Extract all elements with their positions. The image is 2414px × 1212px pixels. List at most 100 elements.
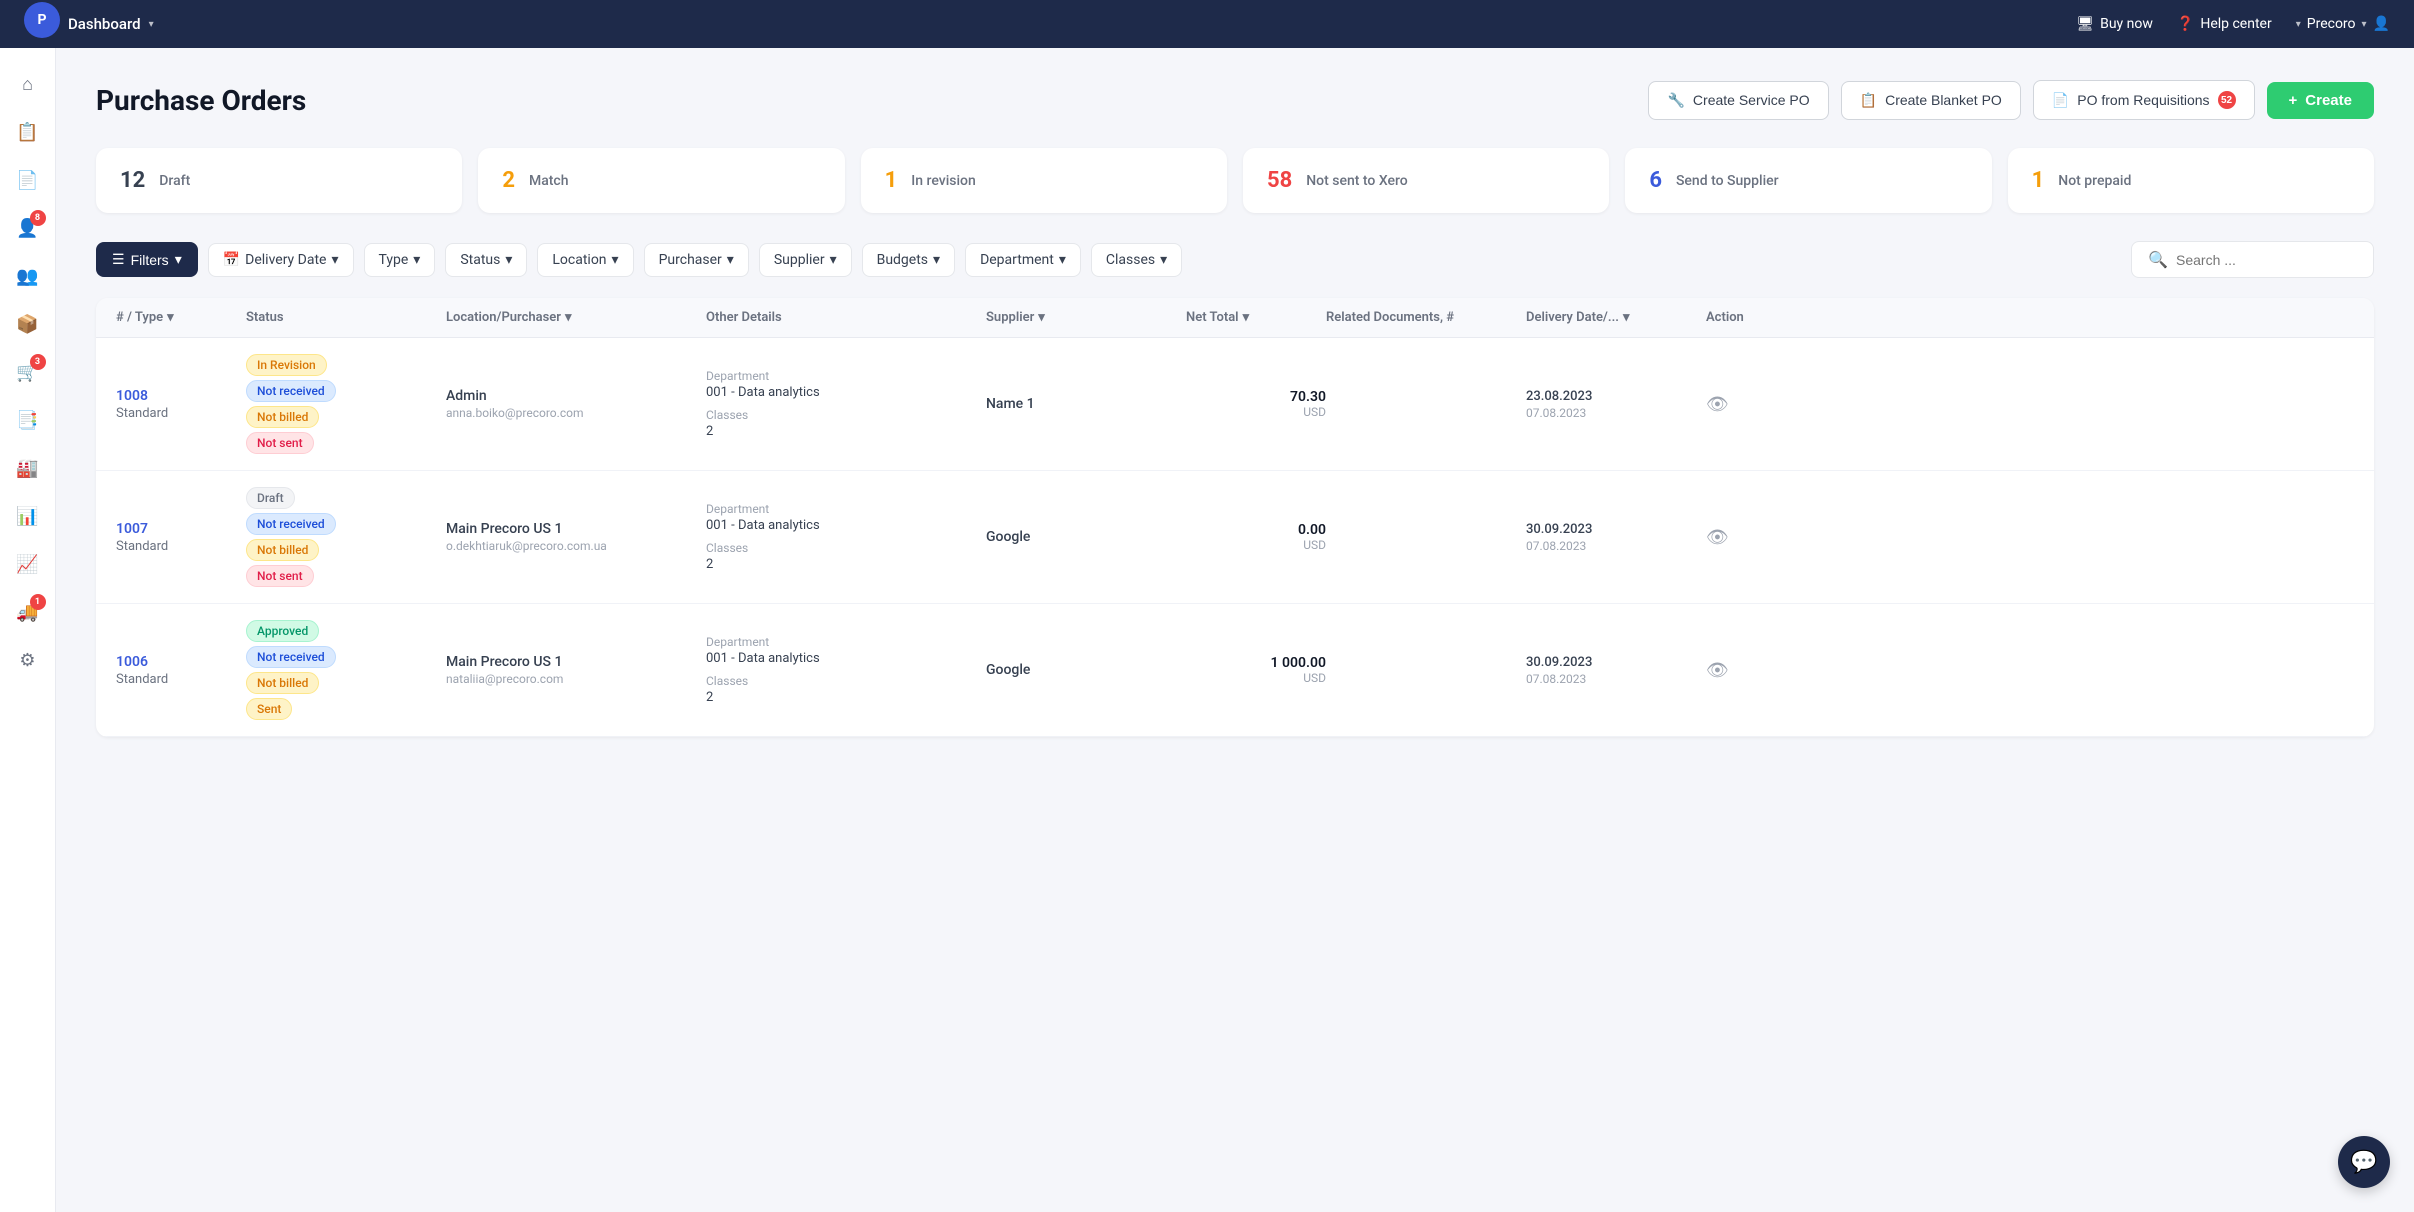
search-input[interactable]: [2176, 252, 2357, 268]
calendar-icon: 📅: [223, 252, 240, 268]
status-card-match[interactable]: 2 Match: [478, 148, 844, 213]
num-type-sort-icon: ▾: [167, 310, 174, 325]
type-chevron-icon: ▾: [413, 252, 420, 268]
status-cards: 12 Draft 2 Match 1 In revision 58 Not se…: [96, 148, 2374, 213]
sidebar-item-catalog[interactable]: 📑: [8, 400, 48, 440]
created-date-1008: 07.08.2023: [1526, 406, 1706, 420]
delivery-date-1006: 30.09.2023: [1526, 655, 1706, 670]
location-name-1007: Main Precoro US 1: [446, 521, 706, 537]
chat-icon: 💬: [2350, 1150, 2377, 1175]
net-total-cell-1007: 0.00 USD: [1186, 522, 1326, 552]
account-btn[interactable]: ▾ Precoro ▾ 👤: [2296, 16, 2390, 32]
po-badge: 3: [30, 354, 46, 370]
create-service-po-button[interactable]: 🔧 Create Service PO: [1648, 81, 1828, 120]
status-not-billed-tag: Not billed: [246, 406, 319, 428]
sidebar-item-settings[interactable]: ⚙: [8, 640, 48, 680]
supplier-count: 6: [1649, 168, 1662, 193]
location-name-1006: Main Precoro US 1: [446, 654, 706, 670]
department-filter[interactable]: Department ▾: [965, 243, 1081, 277]
dates-1007: 30.09.2023 07.08.2023: [1526, 522, 1706, 553]
po-number-1007[interactable]: 1007: [116, 521, 246, 537]
account-chevron-icon: ▾: [2296, 19, 2301, 30]
table-row: 1007 Standard Draft Not received Not bil…: [96, 471, 2374, 604]
th-supplier[interactable]: Supplier ▾: [986, 310, 1186, 325]
status-card-not-prepaid[interactable]: 1 Not prepaid: [2008, 148, 2374, 213]
other-details-1007: Department 001 - Data analytics Classes …: [706, 502, 986, 572]
status-tags-1007: Draft Not received Not billed Not sent: [246, 487, 446, 587]
status-draft-tag: Draft: [246, 487, 295, 509]
nav-dashboard[interactable]: P Dashboard ▾: [24, 2, 154, 46]
match-label: Match: [529, 173, 569, 189]
status-card-draft[interactable]: 12 Draft: [96, 148, 462, 213]
created-date-1006: 07.08.2023: [1526, 672, 1706, 686]
supplier-sort-icon: ▾: [1038, 310, 1045, 325]
purchaser-filter[interactable]: Purchaser ▾: [644, 243, 749, 277]
dept-value-1008: 001 - Data analytics: [706, 385, 986, 400]
th-net-total[interactable]: Net Total ▾: [1186, 310, 1326, 325]
supplier-name-1006: Google: [986, 662, 1186, 678]
po-id-type-cell: 1008 Standard: [116, 388, 246, 421]
supplier-filter[interactable]: Supplier ▾: [759, 243, 852, 277]
sidebar: ⌂ 📋 📄 👤 8 👥 📦 🛒 3 📑 🏭 📊 📈 🚚 1 ⚙: [0, 48, 56, 1212]
create-button[interactable]: + Create: [2267, 82, 2374, 119]
status-chevron-icon: ▾: [505, 252, 512, 268]
classes-filter[interactable]: Classes ▾: [1091, 243, 1182, 277]
purchaser-chevron-icon: ▾: [727, 252, 734, 268]
filters-button[interactable]: ☰ Filters ▾: [96, 242, 198, 277]
sidebar-item-warehouses[interactable]: 🏭: [8, 448, 48, 488]
location-filter[interactable]: Location ▾: [537, 243, 633, 277]
location-name-1008: Admin: [446, 388, 706, 404]
table-row: 1006 Standard Approved Not received Not …: [96, 604, 2374, 737]
sidebar-item-orders[interactable]: 📋: [8, 112, 48, 152]
po-number-1008[interactable]: 1008: [116, 388, 246, 404]
status-revision-tag: In Revision: [246, 354, 327, 376]
sidebar-item-home[interactable]: ⌂: [8, 64, 48, 104]
create-blanket-po-button[interactable]: 📋 Create Blanket PO: [1841, 81, 2021, 120]
th-location-purchaser[interactable]: Location/Purchaser ▾: [446, 310, 706, 325]
sidebar-item-delivery[interactable]: 🚚 1: [8, 592, 48, 632]
supplier-name-1008: Name 1: [986, 396, 1186, 412]
supplier-name-1007: Google: [986, 529, 1186, 545]
th-num-type[interactable]: # / Type ▾: [116, 310, 246, 325]
classes-label-1007: Classes: [706, 541, 986, 555]
buy-now-btn[interactable]: 🖥 Buy now: [2076, 16, 2153, 32]
view-icon-1007[interactable]: 👁: [1706, 527, 1729, 548]
table-header: # / Type ▾ Status Location/Purchaser ▾ O…: [96, 298, 2374, 338]
sidebar-item-analytics[interactable]: 📈: [8, 544, 48, 584]
po-number-1006[interactable]: 1006: [116, 654, 246, 670]
service-po-icon: 🔧: [1667, 92, 1684, 109]
delivery-date-filter[interactable]: 📅 Delivery Date ▾: [208, 243, 354, 277]
buy-now-icon: 🖥: [2076, 16, 2094, 32]
th-delivery-date[interactable]: Delivery Date/... ▾: [1526, 310, 1706, 325]
sidebar-item-suppliers[interactable]: 👤 8: [8, 208, 48, 248]
po-from-requisitions-button[interactable]: 📄 PO from Requisitions 52: [2033, 80, 2255, 120]
classes-value-1007: 2: [706, 557, 986, 572]
user-icon: 👤: [2373, 16, 2390, 32]
chat-support-button[interactable]: 💬: [2338, 1136, 2390, 1188]
net-total-cell-1008: 70.30 USD: [1186, 389, 1326, 419]
budgets-chevron-icon: ▾: [933, 252, 940, 268]
search-box[interactable]: 🔍: [2131, 241, 2374, 278]
sidebar-item-reports[interactable]: 📊: [8, 496, 48, 536]
budgets-filter[interactable]: Budgets ▾: [862, 243, 955, 277]
status-not-sent-tag: Not sent: [246, 432, 314, 454]
blanket-po-icon: 📋: [1860, 92, 1877, 109]
sidebar-item-contacts[interactable]: 👥: [8, 256, 48, 296]
dates-1008: 23.08.2023 07.08.2023: [1526, 389, 1706, 420]
sidebar-item-po[interactable]: 🛒 3: [8, 352, 48, 392]
view-icon-1008[interactable]: 👁: [1706, 394, 1729, 415]
po-type-1007: Standard: [116, 539, 246, 554]
status-card-not-sent-xero[interactable]: 58 Not sent to Xero: [1243, 148, 1609, 213]
sidebar-item-receiving[interactable]: 📦: [8, 304, 48, 344]
view-icon-1006[interactable]: 👁: [1706, 660, 1729, 681]
help-center-btn[interactable]: ❓ Help center: [2177, 16, 2272, 32]
page-header: Purchase Orders 🔧 Create Service PO 📋 Cr…: [96, 80, 2374, 120]
status-filter[interactable]: Status ▾: [445, 243, 527, 277]
sidebar-item-invoices[interactable]: 📄: [8, 160, 48, 200]
currency-1008: USD: [1186, 405, 1326, 419]
status-card-revision[interactable]: 1 In revision: [861, 148, 1227, 213]
type-filter[interactable]: Type ▾: [364, 243, 436, 277]
net-total-1006: 1 000.00: [1186, 655, 1326, 671]
status-card-send-supplier[interactable]: 6 Send to Supplier: [1625, 148, 1991, 213]
supplier-cell-1008: Name 1: [986, 396, 1186, 412]
